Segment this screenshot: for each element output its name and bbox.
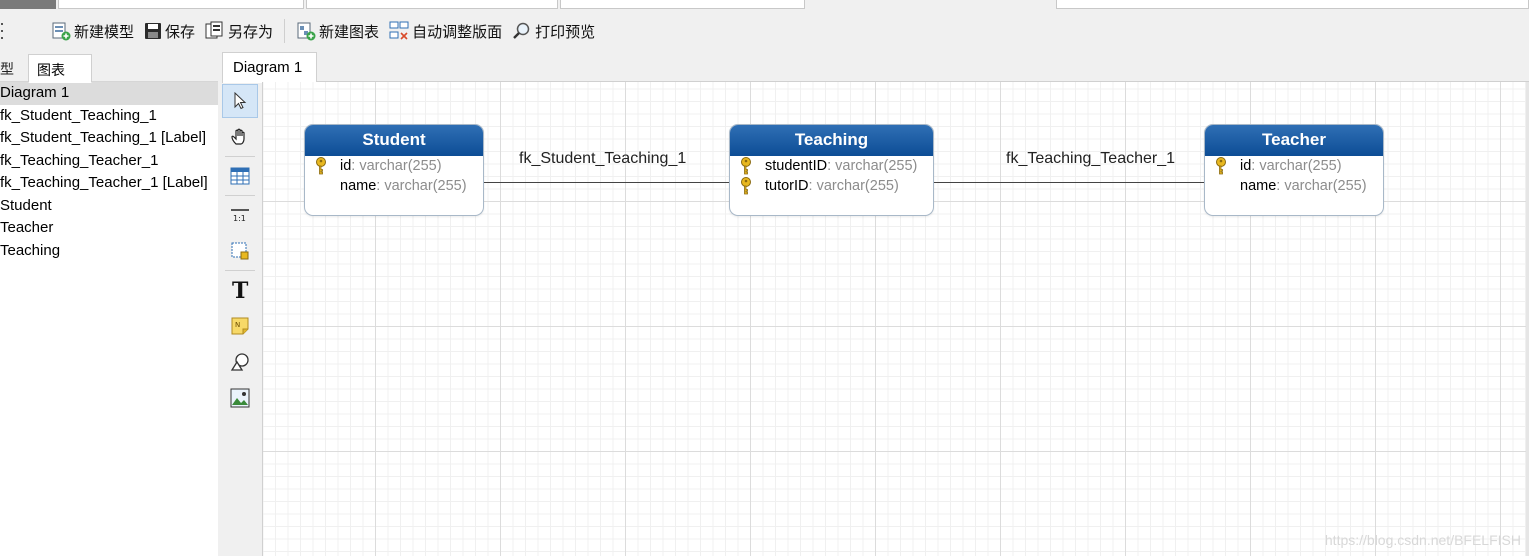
- diagram-canvas[interactable]: fk_Student_Teaching_1 fk_Teaching_Teache…: [262, 82, 1529, 556]
- entity-student[interactable]: Student id: varchar(255) name: varchar(2…: [304, 124, 484, 216]
- print-preview-label: 打印预览: [535, 23, 596, 41]
- text-icon: T: [232, 279, 249, 301]
- primary-key-icon: [740, 177, 752, 201]
- text-tool-button[interactable]: T: [222, 273, 258, 307]
- field-name: id: [1240, 158, 1252, 174]
- save-button[interactable]: 保存: [139, 17, 200, 45]
- tab-diagram-1[interactable]: Diagram 1: [222, 52, 317, 83]
- field-name: id: [340, 158, 352, 174]
- field-row[interactable]: name: varchar(255): [305, 176, 483, 196]
- layer-tool-button[interactable]: [222, 234, 258, 268]
- print-preview-button[interactable]: 打印预览: [507, 17, 600, 45]
- entity-teaching[interactable]: Teaching studentID: varchar(255) tutorID…: [729, 124, 934, 216]
- field-row[interactable]: id: varchar(255): [305, 156, 483, 176]
- new-model-label: 新建模型: [74, 23, 135, 41]
- new-diagram-icon: [297, 22, 316, 41]
- tree-item-fk-student-teaching[interactable]: fk_Student_Teaching_1: [0, 105, 218, 128]
- tab-model[interactable]: 型: [0, 54, 22, 83]
- entity-title: Student: [305, 125, 483, 156]
- toolbar-grip[interactable]: [0, 21, 12, 41]
- image-tool-button[interactable]: [222, 381, 258, 415]
- field-name: name: [340, 178, 377, 194]
- tree-item-fk-teaching-teacher-label[interactable]: fk_Teaching_Teacher_1 [Label]: [0, 172, 218, 195]
- previous-toolbar-strip: [0, 0, 1529, 10]
- svg-text:1:1: 1:1: [233, 214, 246, 223]
- field-type: : varchar(255): [1251, 158, 1342, 174]
- navicat-model-window: 新建模型 保存 另存为 新建图表 自动调整版面 打印预览 型 图表 Diagra…: [0, 0, 1529, 556]
- tree-item-diagram-1[interactable]: Diagram 1: [0, 82, 218, 105]
- auto-layout-label: 自动调整版面: [412, 23, 503, 41]
- svg-text:T: T: [232, 279, 249, 301]
- toolbar-separator: [284, 19, 286, 43]
- object-panel: 型 图表 Diagram 1 fk_Student_Teaching_1 fk_…: [0, 52, 218, 556]
- select-tool-button[interactable]: [222, 84, 258, 118]
- hand-icon: [231, 128, 245, 145]
- object-panel-tabs: 型 图表: [0, 52, 218, 83]
- field-type: : varchar(255): [1276, 178, 1367, 194]
- shape-tool-button[interactable]: [222, 345, 258, 379]
- save-icon: [145, 23, 162, 39]
- palette-separator: [225, 195, 255, 196]
- watermark: https://blog.csdn.net/BFELFISH: [1324, 532, 1521, 548]
- relation-label-fk-teaching-teacher[interactable]: fk_Teaching_Teacher_1: [1006, 150, 1175, 168]
- diagram-object-tree: Diagram 1 fk_Student_Teaching_1 fk_Stude…: [0, 82, 218, 262]
- field-type: : varchar(255): [351, 158, 442, 174]
- layer-icon: [231, 242, 249, 260]
- note-icon: N: [231, 317, 249, 335]
- hand-tool-button[interactable]: [222, 120, 258, 154]
- tree-item-fk-student-teaching-label[interactable]: fk_Student_Teaching_1 [Label]: [0, 127, 218, 150]
- field-name: tutorID: [765, 178, 809, 194]
- field-name: studentID: [765, 158, 828, 174]
- tool-palette: 1:1 T N: [218, 52, 262, 556]
- diagram-tab-strip: [317, 52, 1529, 82]
- image-icon: [230, 388, 250, 408]
- save-label: 保存: [165, 23, 196, 41]
- field-row[interactable]: id: varchar(255): [1205, 156, 1383, 176]
- new-diagram-label: 新建图表: [319, 23, 380, 41]
- tree-item-student[interactable]: Student: [0, 195, 218, 218]
- table-icon: [230, 167, 250, 185]
- new-model-icon: [52, 22, 71, 41]
- tree-item-teacher[interactable]: Teacher: [0, 217, 218, 240]
- table-tool-button[interactable]: [222, 159, 258, 193]
- relation-line-teaching-teacher[interactable]: [933, 182, 1204, 183]
- svg-text:N: N: [235, 321, 240, 329]
- note-tool-button[interactable]: N: [222, 309, 258, 343]
- auto-layout-icon: [389, 21, 409, 40]
- pointer-icon: [234, 92, 247, 110]
- field-type: : varchar(255): [808, 178, 899, 194]
- save-as-label: 另存为: [228, 23, 274, 41]
- new-model-button[interactable]: 新建模型: [46, 17, 139, 45]
- relation-tool-button[interactable]: 1:1: [222, 198, 258, 232]
- shapes-icon: [230, 353, 249, 371]
- field-type: : varchar(255): [376, 178, 467, 194]
- main-toolbar: 新建模型 保存 另存为 新建图表 自动调整版面 打印预览: [0, 10, 1529, 52]
- save-as-button[interactable]: 另存为: [200, 17, 278, 45]
- field-row[interactable]: studentID: varchar(255): [730, 156, 933, 176]
- tree-item-teaching[interactable]: Teaching: [0, 240, 218, 263]
- palette-separator: [225, 270, 255, 271]
- entity-teacher[interactable]: Teacher id: varchar(255) name: varchar(2…: [1204, 124, 1384, 216]
- auto-layout-button[interactable]: 自动调整版面: [384, 17, 507, 45]
- field-row[interactable]: name: varchar(255): [1205, 176, 1383, 196]
- magnifier-icon: [513, 22, 530, 39]
- entity-title: Teaching: [730, 125, 933, 156]
- field-type: : varchar(255): [827, 158, 918, 174]
- tree-item-fk-teaching-teacher[interactable]: fk_Teaching_Teacher_1: [0, 150, 218, 173]
- relation-line-student-teaching[interactable]: [483, 182, 729, 183]
- field-name: name: [1240, 178, 1277, 194]
- field-row[interactable]: tutorID: varchar(255): [730, 176, 933, 196]
- one-to-one-icon: 1:1: [231, 209, 249, 223]
- entity-title: Teacher: [1205, 125, 1383, 156]
- relation-label-fk-student-teaching[interactable]: fk_Student_Teaching_1: [519, 150, 686, 168]
- palette-separator: [225, 156, 255, 157]
- new-diagram-button[interactable]: 新建图表: [291, 17, 384, 45]
- save-as-icon: [205, 21, 223, 39]
- tab-diagram[interactable]: 图表: [28, 54, 92, 83]
